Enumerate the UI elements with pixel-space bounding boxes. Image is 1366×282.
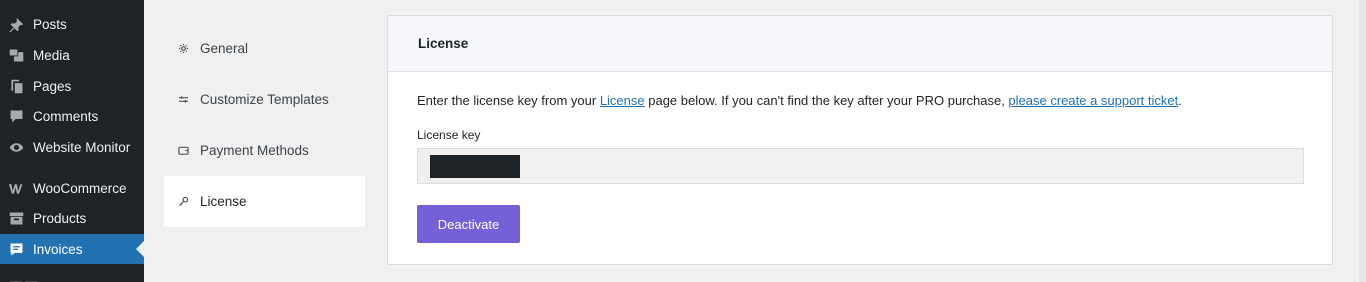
scrollbar[interactable] — [1359, 0, 1366, 282]
menu-item-label: Products — [33, 210, 87, 226]
license-description: Enter the license key from your License … — [417, 93, 1303, 109]
menu-item-website-monitor[interactable]: Website Monitor — [0, 132, 144, 162]
license-panel: License Enter the license key from your … — [387, 15, 1333, 265]
woo-icon — [0, 180, 33, 197]
menu-item-label: Invoices — [33, 241, 83, 257]
key-icon — [178, 196, 200, 207]
eye-icon — [0, 139, 33, 156]
comments-icon — [0, 108, 33, 125]
license-key-field[interactable] — [417, 148, 1304, 184]
menu-item-label: Comments — [33, 108, 99, 124]
desc-text: . — [1178, 93, 1182, 108]
redacted-license-key — [430, 154, 520, 178]
wallet-icon — [178, 145, 200, 156]
admin-sidebar: Posts Media Pages Comments Website Monit… — [0, 0, 144, 282]
menu-overflow-item: — — — [10, 274, 38, 282]
support-ticket-link[interactable]: please create a support ticket — [1008, 93, 1178, 108]
gear-icon — [178, 43, 200, 54]
menu-item-label: Media — [33, 47, 70, 63]
pin-icon — [0, 16, 33, 33]
menu-item-label: Website Monitor — [33, 139, 131, 155]
nav-item-general[interactable]: General — [164, 23, 365, 74]
menu-item-products[interactable]: Products — [0, 203, 144, 233]
media-icon — [0, 47, 33, 64]
nav-item-payment-methods[interactable]: Payment Methods — [164, 125, 365, 176]
menu-item-label: Posts — [33, 16, 67, 32]
settings-nav: General Customize Templates Payment Meth… — [164, 23, 365, 227]
menu-item-label: Pages — [33, 78, 72, 94]
archive-icon — [0, 210, 33, 227]
menu-item-invoices[interactable]: Invoices — [0, 234, 144, 264]
nav-item-label: License — [200, 194, 247, 209]
invoice-icon — [0, 241, 33, 258]
menu-item-media[interactable]: Media — [0, 40, 144, 70]
menu-item-pages[interactable]: Pages — [0, 71, 144, 101]
nav-item-license[interactable]: License — [164, 176, 365, 227]
license-key-label: License key — [417, 128, 481, 142]
nav-item-label: Customize Templates — [200, 92, 329, 107]
menu-item-woocommerce[interactable]: WooCommerce — [0, 173, 144, 203]
pages-icon — [0, 78, 33, 95]
nav-item-label: General — [200, 41, 249, 56]
sliders-icon — [178, 94, 200, 105]
deactivate-button[interactable]: Deactivate — [417, 205, 520, 243]
menu-item-posts[interactable]: Posts — [0, 9, 144, 39]
license-link[interactable]: License — [600, 93, 645, 108]
desc-text: page below. If you can't find the key af… — [644, 93, 1009, 108]
panel-title: License — [388, 16, 1332, 72]
menu-item-label: WooCommerce — [33, 180, 127, 196]
nav-item-customize-templates[interactable]: Customize Templates — [164, 74, 365, 125]
desc-text: Enter the license key from your — [417, 93, 600, 108]
menu-item-comments[interactable]: Comments — [0, 101, 144, 131]
nav-item-label: Payment Methods — [200, 143, 309, 158]
